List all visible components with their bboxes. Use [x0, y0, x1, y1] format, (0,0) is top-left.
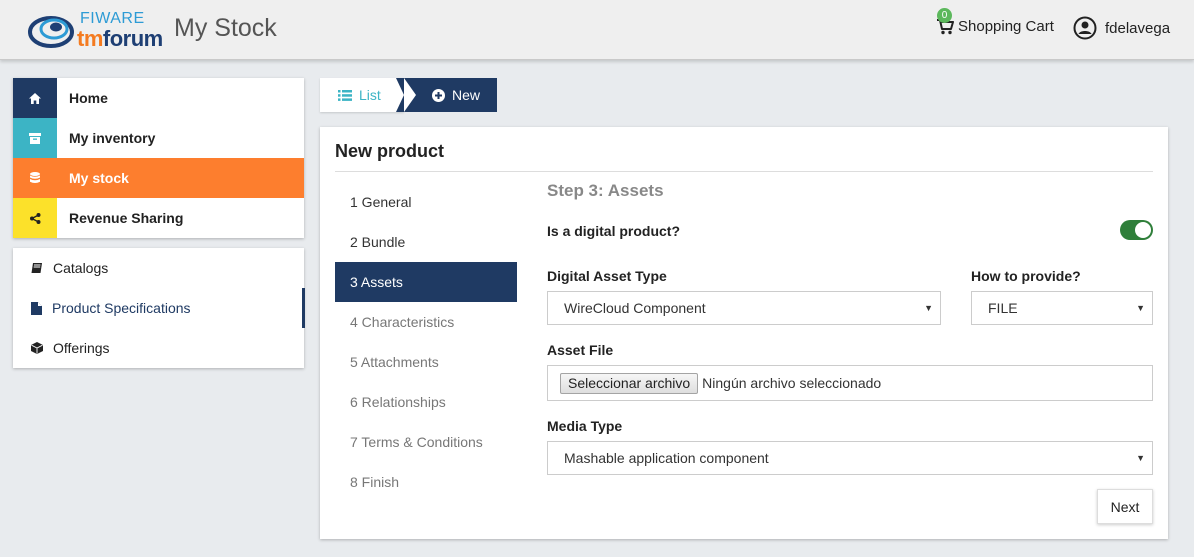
- step-assets[interactable]: 3 Assets: [335, 262, 517, 302]
- username: fdelavega: [1105, 19, 1171, 37]
- provide-select[interactable]: FILE ▼: [971, 291, 1153, 325]
- step-terms-conditions[interactable]: 7 Terms & Conditions: [335, 422, 517, 462]
- archive-icon: [13, 118, 57, 158]
- step-finish[interactable]: 8 Finish: [335, 462, 517, 502]
- nav-label-my-inventory: My inventory: [69, 130, 156, 146]
- nav-item-revenue-sharing[interactable]: Revenue Sharing: [13, 198, 304, 238]
- file-status-text: Ningún archivo seleccionado: [702, 375, 882, 391]
- step-characteristics[interactable]: 4 Characteristics: [335, 302, 517, 342]
- toggle-knob: [1135, 222, 1151, 238]
- list-icon: [338, 89, 352, 101]
- nav-label-revenue-sharing: Revenue Sharing: [69, 210, 184, 226]
- top-header: FIWARE tmforum My Stock 0 Shopping Cart …: [0, 0, 1194, 60]
- caret-down-icon: ▼: [1136, 303, 1145, 313]
- crumb-list-button[interactable]: List: [320, 78, 404, 112]
- media-type-label: Media Type: [547, 418, 623, 434]
- panel-divider: [335, 171, 1153, 172]
- database-icon: [13, 158, 57, 198]
- sub-label-offerings: Offerings: [53, 340, 110, 356]
- app-title: My Stock: [174, 14, 277, 42]
- caret-down-icon: ▼: [1136, 453, 1145, 463]
- step-bundle[interactable]: 2 Bundle: [335, 222, 517, 262]
- logo-swirl-icon: [28, 16, 74, 48]
- wizard-steps: 1 General 2 Bundle 3 Assets 4 Characteri…: [335, 182, 517, 502]
- nav-item-my-inventory[interactable]: My inventory: [13, 118, 304, 158]
- user-circle-icon: [1073, 16, 1097, 40]
- sub-item-product-specifications[interactable]: Product Specifications: [13, 288, 305, 328]
- main-nav: Home My inventory My stock Revenue Shari…: [13, 78, 304, 238]
- cart-count-badge: 0: [937, 8, 952, 23]
- shopping-cart-label: Shopping Cart: [958, 18, 1054, 35]
- fiware-tmforum-logo[interactable]: FIWARE tmforum: [28, 9, 168, 51]
- crumb-new-button[interactable]: New: [396, 78, 497, 112]
- media-type-select[interactable]: Mashable application component ▼: [547, 441, 1153, 475]
- breadcrumb: List New: [320, 78, 497, 112]
- sub-item-offerings[interactable]: Offerings: [13, 328, 304, 368]
- asset-type-label: Digital Asset Type: [547, 268, 667, 284]
- media-type-value: Mashable application component: [564, 450, 769, 466]
- asset-file-label: Asset File: [547, 342, 614, 358]
- user-menu[interactable]: fdelavega: [1073, 16, 1170, 40]
- logo-forum-part: forum: [102, 26, 163, 51]
- digital-product-label: Is a digital product?: [547, 223, 681, 239]
- digital-product-toggle[interactable]: [1120, 220, 1153, 240]
- nav-item-home[interactable]: Home: [13, 78, 304, 118]
- next-button[interactable]: Next: [1097, 489, 1153, 524]
- shopping-cart-button[interactable]: 0 Shopping Cart: [936, 8, 1054, 35]
- sub-item-catalogs[interactable]: Catalogs: [13, 248, 304, 288]
- nav-label-home: Home: [69, 90, 108, 106]
- file-icon: [31, 301, 42, 315]
- asset-type-select[interactable]: WireCloud Component ▼: [547, 291, 941, 325]
- choose-file-button[interactable]: Seleccionar archivo: [560, 372, 699, 394]
- new-product-panel: New product 1 General 2 Bundle 3 Assets …: [320, 127, 1168, 539]
- step-relationships[interactable]: 6 Relationships: [335, 382, 517, 422]
- nav-label-my-stock: My stock: [69, 170, 129, 186]
- sub-label-catalogs: Catalogs: [53, 260, 109, 276]
- step-general[interactable]: 1 General: [335, 182, 517, 222]
- plus-circle-icon: [432, 88, 445, 102]
- sub-label-product-specifications: Product Specifications: [52, 300, 191, 316]
- provide-label: How to provide?: [971, 268, 1081, 284]
- cube-icon: [31, 342, 43, 354]
- home-icon: [13, 78, 57, 118]
- provide-value: FILE: [988, 300, 1018, 316]
- step-attachments[interactable]: 5 Attachments: [335, 342, 517, 382]
- logo-tm-part: tm: [77, 26, 103, 51]
- crumb-list-label: List: [359, 87, 381, 103]
- sub-nav: Catalogs Product Specifications Offering…: [13, 248, 305, 368]
- logo-tmforum-text: tmforum: [77, 26, 163, 52]
- crumb-new-label: New: [452, 87, 481, 103]
- asset-type-value: WireCloud Component: [564, 300, 706, 316]
- panel-title: New product: [335, 141, 445, 161]
- book-icon: [31, 263, 42, 273]
- nav-item-my-stock[interactable]: My stock: [13, 158, 304, 198]
- share-icon: [13, 198, 57, 238]
- caret-down-icon: ▼: [924, 303, 933, 313]
- asset-file-input: Seleccionar archivo Ningún archivo selec…: [547, 365, 1153, 401]
- step-title: Step 3: Assets: [547, 181, 664, 200]
